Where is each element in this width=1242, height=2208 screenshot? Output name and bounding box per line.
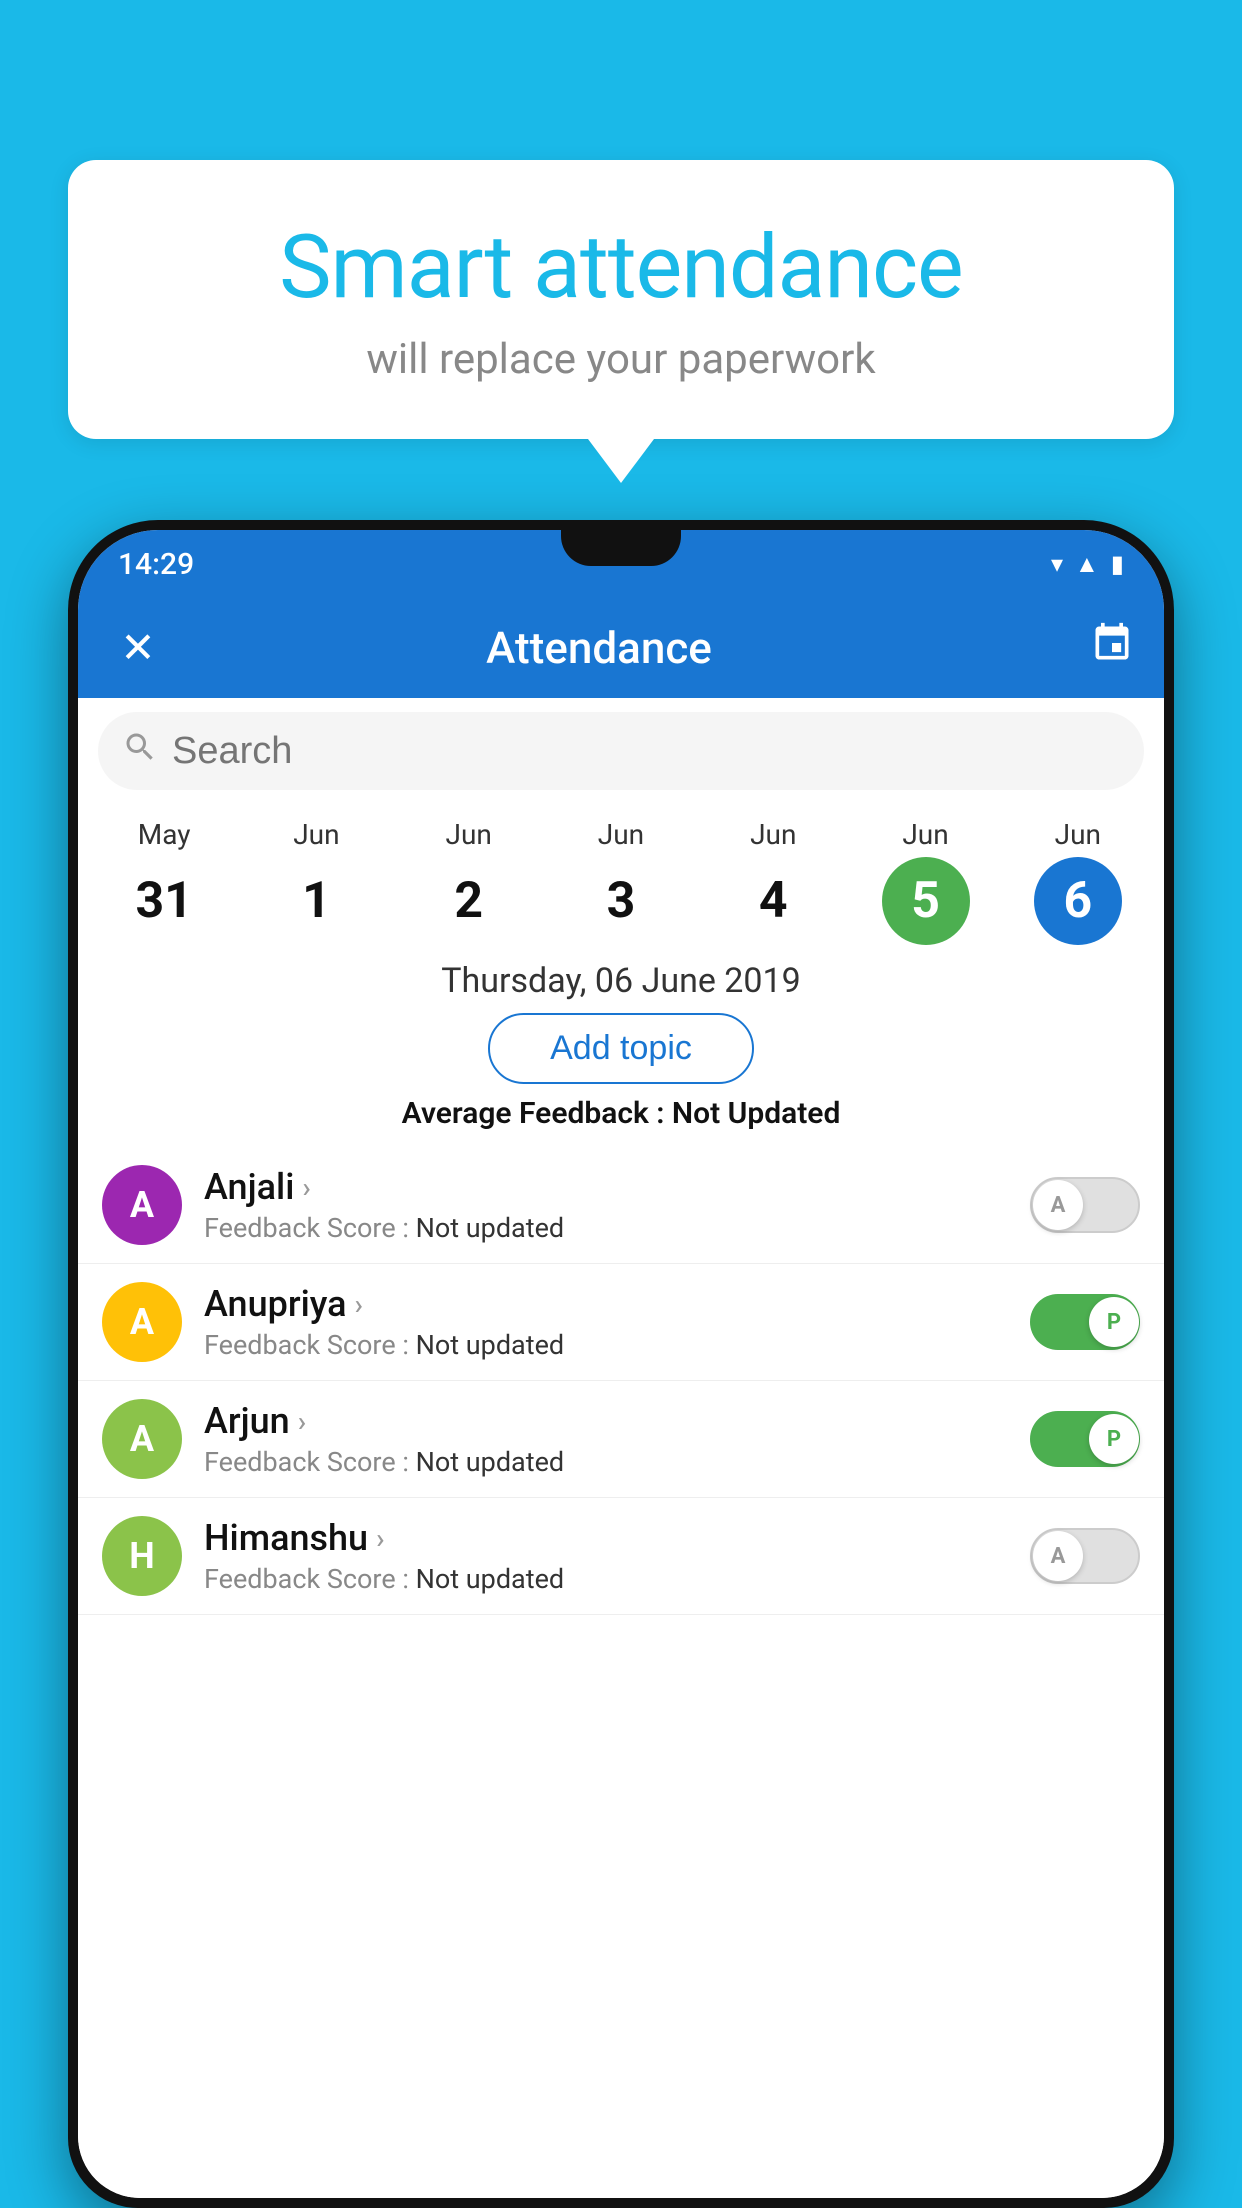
avatar: H — [102, 1516, 182, 1596]
cal-month: Jun — [598, 818, 644, 851]
bubble-subtitle: will replace your paperwork — [108, 335, 1134, 384]
avg-feedback-value: Not Updated — [672, 1096, 840, 1131]
student-feedback: Feedback Score : Not updated — [204, 1329, 1014, 1361]
student-info: Anjali › Feedback Score : Not updated — [204, 1166, 1014, 1244]
student-name[interactable]: Anupriya › — [204, 1283, 1014, 1325]
avg-feedback: Average Feedback : Not Updated — [78, 1096, 1164, 1131]
status-time: 14:29 — [118, 547, 194, 582]
toggle-knob: P — [1089, 1297, 1139, 1347]
battery-icon: ▮ — [1111, 550, 1124, 578]
search-bar — [98, 712, 1144, 790]
student-info: Arjun › Feedback Score : Not updated — [204, 1400, 1014, 1478]
cal-date: 2 — [425, 857, 513, 945]
cal-date: 5 — [882, 857, 970, 945]
avatar: A — [102, 1282, 182, 1362]
chevron-right-icon: › — [298, 1405, 306, 1438]
avatar: A — [102, 1399, 182, 1479]
status-bar: 14:29 ▾ ▲ ▮ — [78, 530, 1164, 598]
add-topic-container: Add topic — [78, 1013, 1164, 1084]
calendar-day[interactable]: Jun 5 — [849, 818, 1001, 945]
cal-date: 1 — [272, 857, 360, 945]
phone-frame: 14:29 ▾ ▲ ▮ ✕ Attendance — [68, 520, 1174, 2208]
calendar-icon[interactable] — [1090, 621, 1134, 675]
student-feedback: Feedback Score : Not updated — [204, 1212, 1014, 1244]
toggle-knob: A — [1033, 1180, 1083, 1230]
list-item: H Himanshu › Feedback Score : Not updated A — [78, 1498, 1164, 1615]
search-icon — [122, 729, 158, 774]
list-item: A Anjali › Feedback Score : Not updated A — [78, 1147, 1164, 1264]
attendance-toggle[interactable]: A — [1030, 1177, 1140, 1233]
calendar-day[interactable]: Jun 3 — [545, 818, 697, 945]
student-name[interactable]: Himanshu › — [204, 1517, 1014, 1559]
cal-date: 4 — [729, 857, 817, 945]
selected-date: Thursday, 06 June 2019 — [78, 961, 1164, 1001]
chevron-right-icon: › — [376, 1522, 384, 1555]
add-topic-button[interactable]: Add topic — [488, 1013, 754, 1084]
calendar-day[interactable]: May 31 — [88, 818, 240, 945]
cal-month: Jun — [446, 818, 492, 851]
cal-month: Jun — [1055, 818, 1101, 851]
toggle-container: A — [1030, 1528, 1140, 1584]
list-item: A Arjun › Feedback Score : Not updated P — [78, 1381, 1164, 1498]
attendance-toggle[interactable]: A — [1030, 1528, 1140, 1584]
chevron-right-icon: › — [355, 1288, 363, 1321]
calendar-day[interactable]: Jun 1 — [240, 818, 392, 945]
chevron-right-icon: › — [302, 1171, 310, 1204]
attendance-toggle[interactable]: P — [1030, 1411, 1140, 1467]
toggle-knob: P — [1089, 1414, 1139, 1464]
toggle-container: P — [1030, 1294, 1140, 1350]
status-icons: ▾ ▲ ▮ — [1051, 550, 1124, 579]
student-info: Anupriya › Feedback Score : Not updated — [204, 1283, 1014, 1361]
cal-month: May — [138, 818, 191, 851]
avatar: A — [102, 1165, 182, 1245]
list-item: A Anupriya › Feedback Score : Not updated P — [78, 1264, 1164, 1381]
app-title: Attendance — [188, 622, 1010, 674]
student-name[interactable]: Arjun › — [204, 1400, 1014, 1442]
student-feedback: Feedback Score : Not updated — [204, 1446, 1014, 1478]
student-feedback: Feedback Score : Not updated — [204, 1563, 1014, 1595]
phone-inner: 14:29 ▾ ▲ ▮ ✕ Attendance — [78, 530, 1164, 2198]
student-info: Himanshu › Feedback Score : Not updated — [204, 1517, 1014, 1595]
avg-feedback-label: Average Feedback : — [402, 1096, 665, 1131]
cal-month: Jun — [293, 818, 339, 851]
calendar-day[interactable]: Jun 4 — [697, 818, 849, 945]
calendar-row: May 31 Jun 1 Jun 2 Jun 3 Jun 4 Jun 5 Jun 6 — [78, 804, 1164, 945]
student-list: AAnjali ›Feedback Score : Not updatedAAA… — [78, 1147, 1164, 1615]
signal-icon: ▲ — [1075, 550, 1099, 579]
cal-date: 6 — [1034, 857, 1122, 945]
app-content: May 31 Jun 1 Jun 2 Jun 3 Jun 4 Jun 5 Jun 6 Thursday, … — [78, 698, 1164, 2198]
notch — [561, 530, 681, 566]
toggle-knob: A — [1033, 1531, 1083, 1581]
cal-date: 31 — [120, 857, 208, 945]
cal-month: Jun — [750, 818, 796, 851]
speech-bubble: Smart attendance will replace your paper… — [68, 160, 1174, 439]
wifi-icon: ▾ — [1051, 550, 1063, 578]
toggle-container: P — [1030, 1411, 1140, 1467]
cal-month: Jun — [902, 818, 948, 851]
calendar-day[interactable]: Jun 6 — [1002, 818, 1154, 945]
search-input[interactable] — [172, 730, 1120, 773]
app-bar: ✕ Attendance — [78, 598, 1164, 698]
calendar-day[interactable]: Jun 2 — [393, 818, 545, 945]
bubble-title: Smart attendance — [108, 220, 1134, 317]
student-name[interactable]: Anjali › — [204, 1166, 1014, 1208]
close-button[interactable]: ✕ — [108, 623, 168, 673]
cal-date: 3 — [577, 857, 665, 945]
toggle-container: A — [1030, 1177, 1140, 1233]
attendance-toggle[interactable]: P — [1030, 1294, 1140, 1350]
phone-screen: 14:29 ▾ ▲ ▮ ✕ Attendance — [78, 530, 1164, 2198]
